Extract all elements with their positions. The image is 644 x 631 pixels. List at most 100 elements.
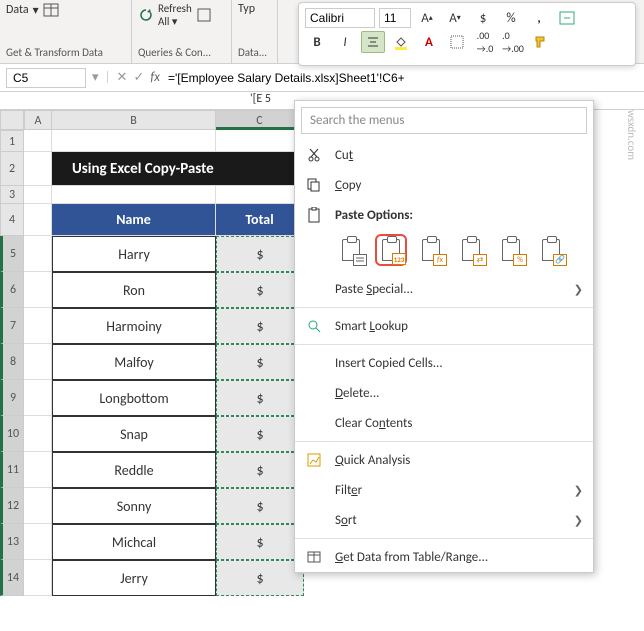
cell[interactable] [52,130,216,152]
row-header[interactable]: 11 [0,452,24,488]
cell[interactable] [24,452,52,488]
cancel-icon[interactable]: ✕ [117,70,128,85]
refresh-all-button[interactable]: RefreshAll ▾ [158,2,192,28]
row-header[interactable]: 10 [0,416,24,452]
cell[interactable] [24,416,52,452]
font-color-icon[interactable]: A [417,31,441,53]
data-cell-value[interactable]: $ [216,272,304,308]
column-header[interactable]: B [52,110,216,130]
row-header[interactable]: 13 [0,524,24,560]
row-header[interactable]: 8 [0,344,24,380]
row-header[interactable]: 9 [0,380,24,416]
cell[interactable] [24,488,52,524]
column-header[interactable]: A [24,110,52,130]
percent-format-icon[interactable]: % [499,7,523,29]
menu-paste-special[interactable]: Paste Special... ❯ [295,274,593,304]
menu-clear-contents[interactable]: Clear Contents [295,408,593,438]
cell[interactable] [24,152,52,186]
data-cell-name[interactable]: Jerry [52,560,216,596]
format-painter-icon[interactable] [529,31,553,53]
paste-formatting[interactable]: % [495,234,527,266]
paste-formulas[interactable]: fx [415,234,447,266]
row-header[interactable]: 14 [0,560,24,596]
data-cell-name[interactable]: Harmoiny [52,308,216,344]
cell[interactable] [24,236,52,272]
row-header[interactable]: 2 [0,152,24,186]
header-cell[interactable]: Total [216,204,304,236]
data-cell-value[interactable]: $ [216,452,304,488]
cell[interactable] [24,308,52,344]
data-cell-value[interactable]: $ [216,380,304,416]
data-cell-value[interactable]: $ [216,344,304,380]
header-cell[interactable]: Name [52,204,216,236]
data-cell-value[interactable]: $ [216,236,304,272]
data-cell-name[interactable]: Snap [52,416,216,452]
menu-quick-analysis[interactable]: Quick Analysis [295,445,593,475]
paste-link[interactable]: 🔗 [535,234,567,266]
menu-insert-copied[interactable]: Insert Copied Cells... [295,348,593,378]
data-cell-value[interactable]: $ [216,524,304,560]
font-size-input[interactable] [379,8,411,28]
data-cell-name[interactable]: Malfoy [52,344,216,380]
row-header[interactable]: 7 [0,308,24,344]
queries-icon[interactable] [196,7,212,23]
cell[interactable] [24,204,52,236]
paste-default[interactable] [335,234,367,266]
menu-sort[interactable]: Sort ❯ [295,505,593,535]
data-cell-value[interactable]: $ [216,308,304,344]
merge-icon[interactable] [555,7,579,29]
data-cell-value[interactable]: $ [216,416,304,452]
data-cell-value[interactable]: $ [216,488,304,524]
italic-icon[interactable]: I [333,31,357,53]
menu-filter[interactable]: Filter ❯ [295,475,593,505]
refresh-icon[interactable] [138,7,154,23]
accounting-format-icon[interactable]: $ [471,7,495,29]
paste-values[interactable]: 123 [375,234,407,266]
data-cell-name[interactable]: Reddle [52,452,216,488]
fx-icon[interactable]: fx [150,70,160,85]
menu-copy[interactable]: Copy [295,170,593,200]
confirm-icon[interactable]: ✓ [133,70,144,85]
paste-transpose[interactable]: ⇄ [455,234,487,266]
cell[interactable] [24,130,52,152]
borders-icon[interactable] [445,31,469,53]
column-header[interactable]: C [216,110,304,130]
row-header[interactable]: 3 [0,186,24,204]
cell[interactable] [24,272,52,308]
menu-cut[interactable]: Cut [295,140,593,170]
formula-input[interactable] [166,69,566,87]
row-header[interactable]: 12 [0,488,24,524]
font-name-input[interactable] [305,8,375,28]
dropdown-icon[interactable]: ▾ [92,70,99,85]
fill-color-icon[interactable] [389,31,413,53]
cell[interactable] [24,524,52,560]
bold-icon[interactable]: B [305,31,329,53]
increase-decimal-icon[interactable]: .0→.00 [501,31,525,53]
row-header[interactable]: 1 [0,130,24,152]
menu-delete[interactable]: Delete... [295,378,593,408]
cell[interactable] [24,380,52,416]
cell[interactable] [216,130,304,152]
row-header[interactable]: 4 [0,204,24,236]
increase-font-icon[interactable]: A▴ [415,7,439,29]
decrease-font-icon[interactable]: A▾ [443,7,467,29]
data-dropdown[interactable]: Data [6,3,29,17]
data-cell-name[interactable]: Harry [52,236,216,272]
select-all-corner[interactable] [0,110,24,130]
menu-get-data[interactable]: Get Data from Table/Range... [295,542,593,572]
menu-search-input[interactable]: Search the menus [301,107,587,134]
data-cell-name[interactable]: Sonny [52,488,216,524]
menu-smart-lookup[interactable]: Smart Lookup [295,311,593,341]
cell[interactable] [24,344,52,380]
data-cell-value[interactable]: $ [216,560,304,596]
center-align-icon[interactable] [361,31,385,53]
cell[interactable] [24,186,52,204]
decrease-decimal-icon[interactable]: .00→.0 [473,31,497,53]
comma-format-icon[interactable]: , [527,7,551,29]
data-cell-name[interactable]: Longbottom [52,380,216,416]
row-header[interactable]: 6 [0,272,24,308]
row-header[interactable]: 5 [0,236,24,272]
cell[interactable] [216,186,304,204]
data-cell-name[interactable]: Ron [52,272,216,308]
cell[interactable] [24,560,52,596]
